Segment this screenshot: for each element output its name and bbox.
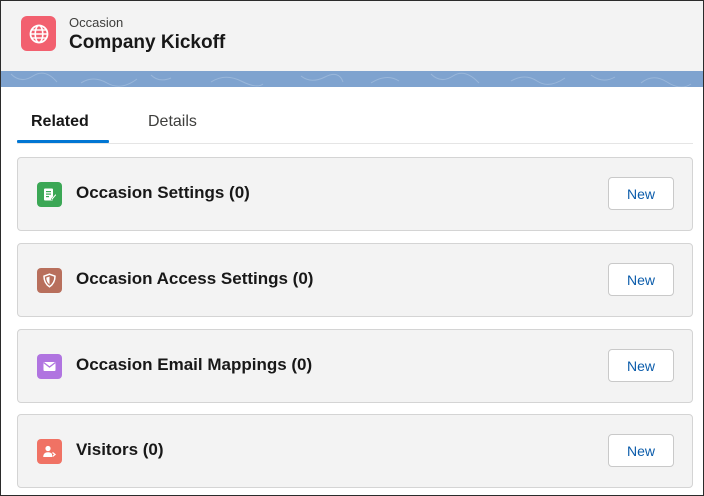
settings-doc-icon <box>37 182 62 207</box>
new-occasion-setting-button[interactable]: New <box>608 177 674 210</box>
related-list-title[interactable]: Occasion Access Settings (0) <box>76 269 313 289</box>
new-visitor-button[interactable]: New <box>608 434 674 467</box>
object-type-label: Occasion <box>69 15 124 30</box>
record-tabs: Related Details <box>17 87 693 144</box>
related-list-title[interactable]: Occasion Settings (0) <box>76 183 250 203</box>
record-header: Occasion Company Kickoff <box>1 1 703 72</box>
header-banner <box>1 71 703 87</box>
record-page: Occasion Company Kickoff Related Details <box>0 0 704 496</box>
related-list-title[interactable]: Occasion Email Mappings (0) <box>76 355 312 375</box>
visitor-icon <box>37 439 62 464</box>
related-list-visitors: Visitors (0) New <box>17 414 693 488</box>
related-list-occasion-email-mappings: Occasion Email Mappings (0) New <box>17 329 693 403</box>
active-tab-indicator <box>17 140 109 143</box>
related-list-occasion-settings: Occasion Settings (0) New <box>17 157 693 231</box>
shield-icon <box>37 268 62 293</box>
tab-details[interactable]: Details <box>148 113 197 131</box>
related-list-title[interactable]: Visitors (0) <box>76 440 164 460</box>
globe-icon <box>21 16 56 51</box>
envelope-icon <box>37 354 62 379</box>
record-name: Company Kickoff <box>69 32 226 53</box>
tab-related[interactable]: Related <box>31 113 89 131</box>
new-email-mapping-button[interactable]: New <box>608 349 674 382</box>
new-access-setting-button[interactable]: New <box>608 263 674 296</box>
related-list-occasion-access-settings: Occasion Access Settings (0) New <box>17 243 693 317</box>
